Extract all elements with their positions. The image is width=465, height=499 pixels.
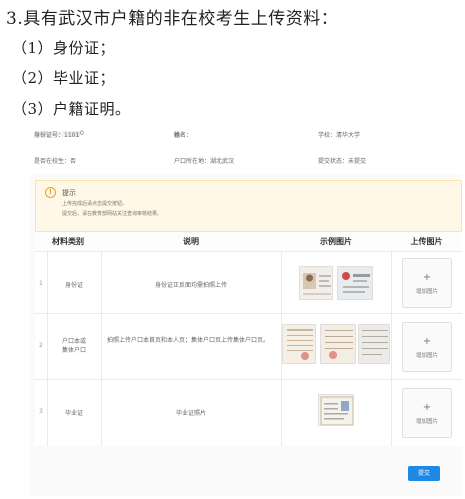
table-row: 1 身份证 身份证正反面均需拍照上传 + 增加图片 [35,252,462,314]
add-image-label: 增加图片 [415,289,438,295]
plus-icon: + [422,336,432,347]
example-image-hukou-3 [358,324,390,364]
submit-status: 提交状态：未提交 [318,158,367,165]
id-number-tail: 0 [80,130,84,137]
in-school-status: 是否在校生：否 [34,158,77,165]
hukou-location: 户口所在地：湖北武汉 [174,158,235,165]
example-image-id-back [337,266,373,300]
add-image-button-hukou[interactable]: + 增加图片 [402,322,452,372]
row-index: 2 [39,342,43,349]
id-number-label: 身份证号：1101 [34,132,80,139]
description-cell: 拍照上传户口本首页和本人页；集体户口页上传集体户口页。 [107,337,270,344]
category-cell: 户口本或 集体户口 [61,338,86,354]
notice-title: 提示 [62,189,76,197]
header-example: 示例图片 [281,232,391,252]
notice-line: 提交后，请在教育部网站关注查询审核结果。 [62,211,163,217]
plus-icon: + [422,402,432,413]
example-image-id-front [299,266,333,300]
row-index: 3 [39,408,43,415]
add-image-label: 增加图片 [415,419,438,425]
add-image-button-id-card[interactable]: + 增加图片 [402,258,452,308]
info-circle-icon: ! [45,187,56,198]
header-category: 材料类别 [35,232,101,252]
school-label: 学校：清华大学 [318,132,361,139]
name-value: 徐 [174,132,181,139]
requirement-diploma: （2）毕业证； [12,69,116,87]
notice-box: ! 提示 上传完成后请点击提交按钮。 提交后，请在教育部网站关注查询审核结果。 [35,180,462,232]
requirement-id-card: （1）身份证； [12,39,116,57]
example-image-hukou-1 [282,324,316,364]
table-row: 2 户口本或 集体户口 拍照上传户口本首页和本人页；集体户口页上传集体户口页。 … [35,314,462,380]
add-image-label: 增加图片 [415,353,438,359]
materials-table: 材料类别 说明 示例图片 上传图片 1 身份证 身份证正反面均需拍照上传 + 增… [35,232,462,446]
example-image-hukou-2 [320,324,356,364]
add-image-button-diploma[interactable]: + 增加图片 [402,388,452,438]
category-cell: 身份证 [64,282,83,289]
notice-line: 上传完成后请点击提交按钮。 [62,201,128,207]
section-heading: 3.具有武汉市户籍的非在校考生上传资料： [6,9,339,29]
requirement-hukou: （3）户籍证明。 [12,100,131,118]
header-description: 说明 [101,232,281,252]
header-upload: 上传图片 [391,232,462,252]
description-cell: 身份证正反面均需拍照上传 [154,282,227,289]
table-row: 3 毕业证 毕业证照片 + 增加图片 [35,380,462,446]
plus-icon: + [422,272,432,283]
example-image-diploma [318,394,354,426]
description-cell: 毕业证照片 [175,410,206,417]
row-index: 1 [39,280,43,287]
category-cell: 毕业证 [64,410,83,417]
submit-button[interactable]: 提交 [408,466,440,481]
